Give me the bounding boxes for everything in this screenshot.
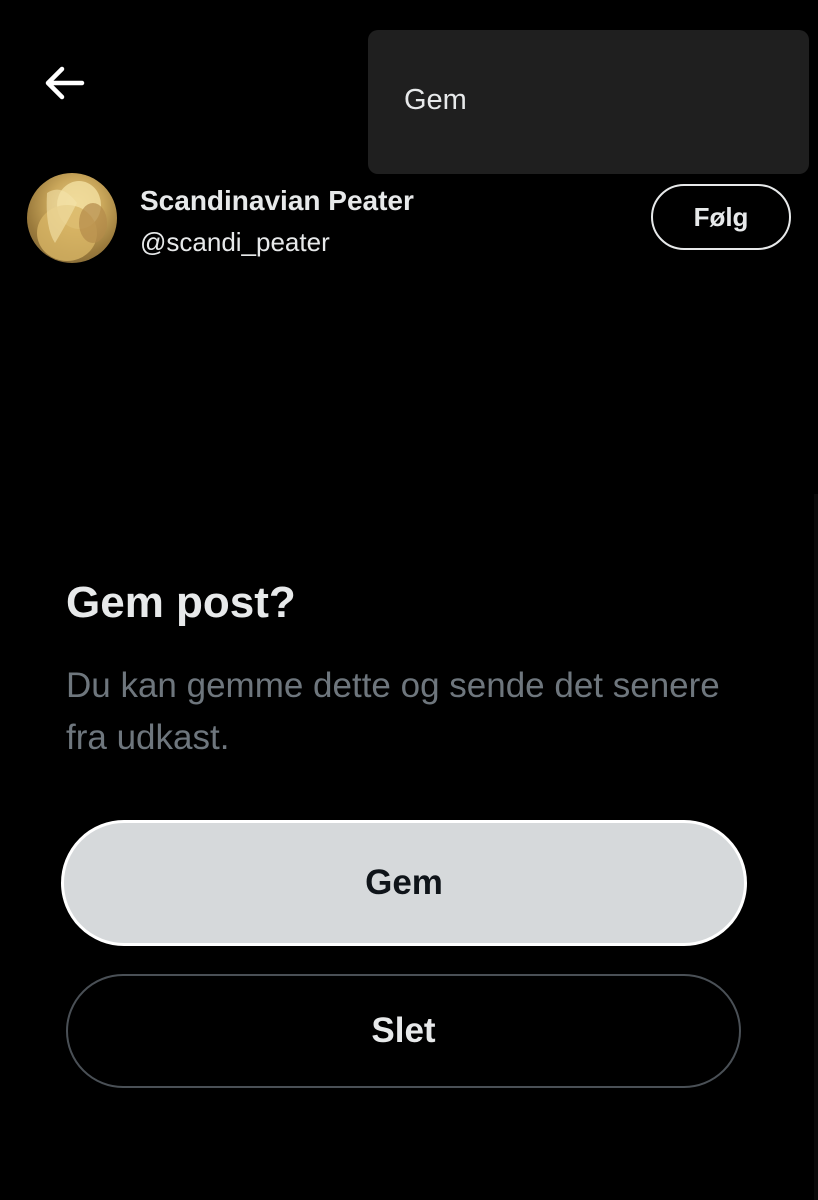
dialog-title: Gem post?	[66, 578, 296, 627]
avatar[interactable]	[27, 173, 117, 263]
dialog-description: Du kan gemme dette og sende det senere f…	[66, 666, 720, 757]
follow-button[interactable]: Følg	[651, 184, 791, 250]
menu-item-save[interactable]: Gem	[404, 84, 467, 117]
delete-button[interactable]: Slet	[66, 974, 741, 1088]
back-button[interactable]	[36, 58, 92, 108]
save-button[interactable]: Gem	[61, 820, 747, 946]
avatar-image	[37, 181, 107, 261]
display-name[interactable]: Scandinavian Peater	[140, 185, 414, 217]
sheet-edge	[814, 494, 818, 1200]
arrow-left-icon	[45, 66, 85, 100]
user-handle[interactable]: @scandi_peater	[140, 227, 330, 258]
overflow-menu: Gem	[368, 30, 809, 174]
profile-header: Scandinavian Peater @scandi_peater Følg	[27, 173, 791, 265]
